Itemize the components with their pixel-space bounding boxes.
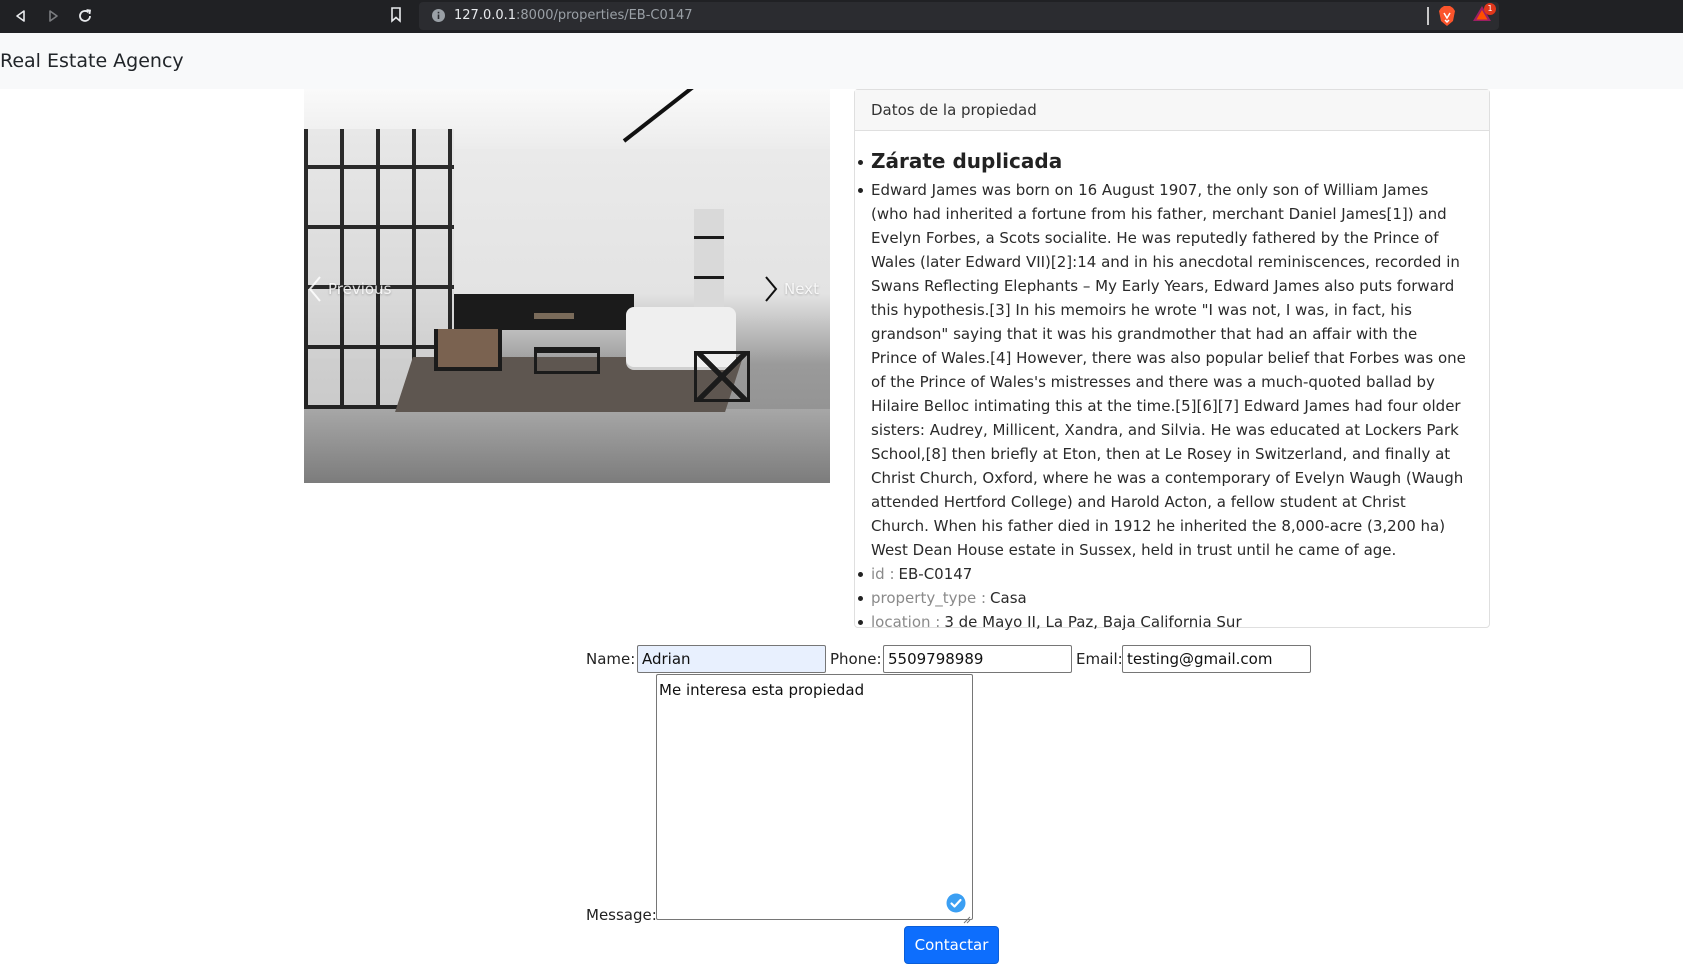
property-details-card: Datos de la propiedad Zárate duplicada E… [854, 89, 1490, 631]
card-header: Datos de la propiedad [855, 90, 1489, 131]
brave-shields-button[interactable] [1438, 5, 1456, 31]
card-body: Zárate duplicada Edward James was born o… [855, 131, 1489, 634]
bookmark-icon [391, 7, 401, 23]
carousel-next-label: Next [784, 280, 819, 298]
chevron-left-icon [308, 276, 321, 302]
property-description: Edward James was born on 16 August 1907,… [858, 178, 1467, 562]
site-info-icon[interactable] [431, 8, 446, 27]
message-textarea[interactable]: Me interesa esta propiedad [656, 674, 973, 920]
name-input[interactable]: Adrian [637, 645, 826, 673]
phone-input[interactable]: 5509798989 [883, 645, 1072, 673]
chevron-right-icon [765, 276, 778, 302]
url-text[interactable]: 127.0.0.1:8000/properties/EB-C0147 [454, 8, 693, 23]
browser-toolbar: 127.0.0.1:8000/properties/EB-C0147 1 [0, 0, 1683, 33]
address-bar[interactable]: 127.0.0.1:8000/properties/EB-C0147 [419, 2, 1499, 30]
navbar: Real Estate Agency [0, 33, 1683, 89]
property-field-location: location :3 de Mayo II, La Paz, Baja Cal… [858, 610, 1467, 634]
name-label: Name: [586, 650, 636, 668]
back-button[interactable] [8, 3, 34, 29]
message-label: Message: [586, 906, 657, 924]
brave-lion-icon [1439, 6, 1455, 26]
property-field-id: id : EB-C0147 [858, 562, 1467, 586]
forward-button[interactable] [40, 3, 66, 29]
carousel-next-button[interactable]: Next [764, 269, 819, 309]
forward-icon [49, 10, 58, 22]
phone-label: Phone: [830, 650, 882, 668]
bookmark-button[interactable] [389, 6, 403, 28]
email-label: Email: [1076, 650, 1123, 668]
property-field-type: property_type : Casa [858, 586, 1467, 610]
reload-icon [79, 9, 92, 22]
contact-submit-button[interactable]: Contactar [904, 926, 999, 964]
reload-button[interactable] [72, 3, 98, 29]
toolbar-divider [1427, 7, 1429, 25]
property-details-list: Zárate duplicada Edward James was born o… [855, 147, 1489, 634]
email-input[interactable]: testing@gmail.com [1122, 645, 1311, 673]
carousel-previous-button[interactable]: Previous [308, 269, 391, 309]
back-icon [16, 10, 25, 22]
navbar-brand[interactable]: Real Estate Agency [0, 50, 184, 72]
property-title: Zárate duplicada [858, 147, 1467, 175]
rewards-badge: 1 [1484, 3, 1496, 15]
carousel-previous-label: Previous [328, 280, 392, 298]
property-image-carousel: Previous Next [304, 89, 830, 483]
